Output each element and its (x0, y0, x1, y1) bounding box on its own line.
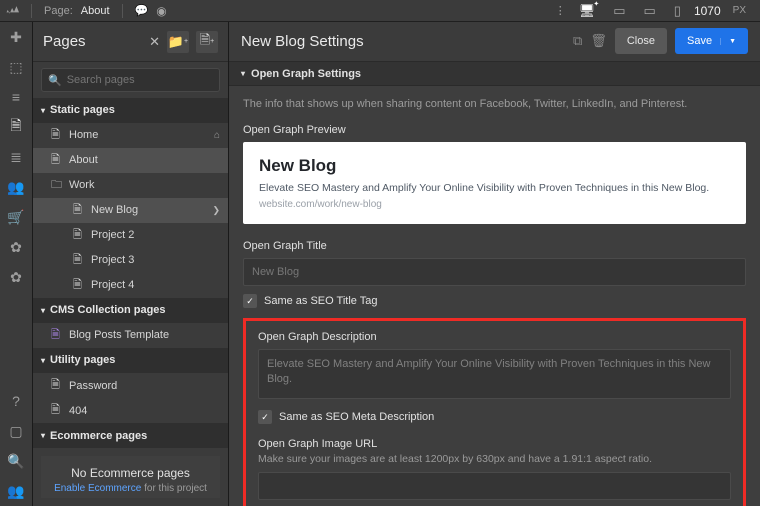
chevron-down-icon: ▾ (41, 356, 45, 365)
pages-panel: Pages ✕ 📁+ 🗎+ 🔍 ▾Static pages 🗎Home⌂ 🗎Ab… (33, 22, 229, 506)
ecom-empty-title: No Ecommerce pages (49, 466, 212, 480)
canvas-width[interactable]: 1070 (694, 4, 721, 18)
page-item-project2[interactable]: 🗎Project 2 (33, 223, 228, 248)
audit-icon[interactable]: 👥 (7, 482, 25, 500)
pages-title: Pages (43, 33, 143, 50)
new-folder-button[interactable]: 📁+ (167, 31, 189, 53)
page-item-about[interactable]: 🗎About (33, 148, 228, 173)
page-item-password[interactable]: 🗎Password (33, 373, 228, 398)
help-icon[interactable]: ? (7, 392, 25, 410)
cms-pages-header[interactable]: ▾CMS Collection pages (33, 298, 228, 323)
page-item-work[interactable]: 🗀Work (33, 173, 228, 198)
page-name[interactable]: About (81, 5, 110, 17)
box-icon[interactable]: ⬚ (7, 58, 25, 76)
chevron-down-icon: ▾ (41, 106, 45, 115)
page-prefix: Page: (44, 5, 73, 17)
page-item-404[interactable]: 🗎404 (33, 398, 228, 423)
page-icon: 🗎 (51, 151, 63, 170)
divider (122, 4, 123, 18)
chevron-down-icon: ▾ (241, 69, 245, 78)
folder-icon: 🗀 (51, 176, 63, 195)
comment-icon[interactable]: 💬 (135, 4, 149, 17)
cms-icon[interactable]: ≣ (7, 148, 25, 166)
page-item-project3[interactable]: 🗎Project 3 (33, 248, 228, 273)
page-icon: 🗎 (73, 251, 85, 270)
save-button[interactable]: Save▼ (675, 28, 748, 54)
checkbox-checked-icon: ✓ (258, 410, 272, 424)
highlighted-region: Open Graph Description ✓ Same as SEO Met… (243, 318, 746, 506)
preview-title: New Blog (259, 156, 730, 176)
same-title-checkbox[interactable]: ✓ Same as SEO Title Tag (243, 294, 746, 308)
same-desc-checkbox[interactable]: ✓ Same as SEO Meta Description (258, 410, 731, 424)
chevron-down-icon: ▾ (41, 306, 45, 315)
page-icon: 🗎 (73, 201, 85, 220)
pages-icon[interactable]: 🗎 (7, 118, 25, 136)
page-icon: 🗎 (51, 126, 63, 145)
search-icon: 🔍 (48, 74, 62, 87)
ecom-pages-header[interactable]: ▾Ecommerce pages (33, 423, 228, 448)
page-item-project4[interactable]: 🗎Project 4 (33, 273, 228, 298)
utility-pages-header[interactable]: ▾Utility pages (33, 348, 228, 373)
og-image-label: Open Graph Image URL (258, 438, 731, 450)
add-icon[interactable]: ✚ (7, 28, 25, 46)
desktop-device-icon[interactable]: 🖥✦ (579, 3, 596, 19)
assets-icon[interactable]: ✿ (7, 238, 25, 256)
search-input[interactable] (67, 74, 213, 86)
close-button[interactable]: Close (615, 28, 667, 54)
template-icon: 🗎 (51, 326, 63, 345)
og-desc-input[interactable] (258, 349, 731, 399)
left-toolbar: ✚ ⬚ ≡ 🗎 ≣ 👥 🛒 ✿ ✿ ? ▢ 🔍 👥 (0, 22, 33, 506)
settings-panel: New Blog Settings ⧉ 🗑 Close Save▼ ▾Open … (229, 22, 760, 506)
og-title-label: Open Graph Title (243, 240, 746, 252)
px-unit: PX (733, 5, 746, 16)
mobile-device-icon[interactable]: ▯ (674, 3, 681, 19)
og-info-text: The info that shows up when sharing cont… (243, 98, 746, 110)
home-icon: ⌂ (214, 130, 220, 141)
settings-title: New Blog Settings (241, 33, 565, 50)
page-icon: 🗎 (51, 376, 63, 395)
new-page-button[interactable]: 🗎+ (196, 31, 218, 53)
close-icon[interactable]: ✕ (149, 34, 160, 50)
tablet-device-icon[interactable]: ▭ (613, 3, 625, 19)
og-preview-card: New Blog Elevate SEO Mastery and Amplify… (243, 142, 746, 224)
more-icon[interactable]: ⋮ (555, 4, 566, 17)
og-image-hint: Make sure your images are at least 1200p… (258, 453, 731, 465)
users-icon[interactable]: 👥 (7, 178, 25, 196)
topbar: Page: About 💬 ◉ ⋮ 🖥✦ ▭ ▭ ▯ 1070 PX (0, 0, 760, 22)
video-icon[interactable]: ▢ (7, 422, 25, 440)
settings-icon[interactable]: ✿ (7, 268, 25, 286)
page-item-blog-posts[interactable]: 🗎Blog Posts Template (33, 323, 228, 348)
webflow-logo[interactable] (4, 3, 19, 18)
copy-icon[interactable]: ⧉ (573, 33, 582, 49)
og-title-input[interactable] (243, 258, 746, 286)
og-preview-label: Open Graph Preview (243, 124, 746, 136)
preview-desc: Elevate SEO Mastery and Amplify Your Onl… (259, 181, 730, 195)
page-icon: 🗎 (73, 276, 85, 295)
layers-icon[interactable]: ≡ (7, 88, 25, 106)
trash-icon[interactable]: 🗑 (590, 33, 607, 49)
checkbox-checked-icon: ✓ (243, 294, 257, 308)
ecom-empty-panel: No Ecommerce pages Enable Ecommerce for … (41, 456, 220, 498)
divider (31, 4, 32, 18)
chevron-down-icon[interactable]: ▼ (720, 38, 736, 45)
og-section-header[interactable]: ▾Open Graph Settings (229, 62, 760, 87)
eye-icon[interactable]: ◉ (156, 4, 166, 18)
chevron-down-icon: ▾ (41, 431, 45, 440)
preview-url: website.com/work/new-blog (259, 199, 730, 210)
search-icon[interactable]: 🔍 (7, 452, 25, 470)
search-pages[interactable]: 🔍 (41, 68, 220, 91)
page-item-new-blog[interactable]: 🗎New Blog❯ (33, 198, 228, 223)
enable-ecommerce-link[interactable]: Enable Ecommerce (54, 483, 141, 494)
og-image-input[interactable] (258, 472, 731, 500)
page-item-home[interactable]: 🗎Home⌂ (33, 123, 228, 148)
static-pages-header[interactable]: ▾Static pages (33, 98, 228, 123)
landscape-device-icon[interactable]: ▭ (644, 3, 656, 19)
ecommerce-icon[interactable]: 🛒 (7, 208, 25, 226)
chevron-right-icon: ❯ (212, 205, 220, 216)
og-desc-label: Open Graph Description (258, 331, 731, 343)
page-icon: 🗎 (51, 401, 63, 420)
page-icon: 🗎 (73, 226, 85, 245)
